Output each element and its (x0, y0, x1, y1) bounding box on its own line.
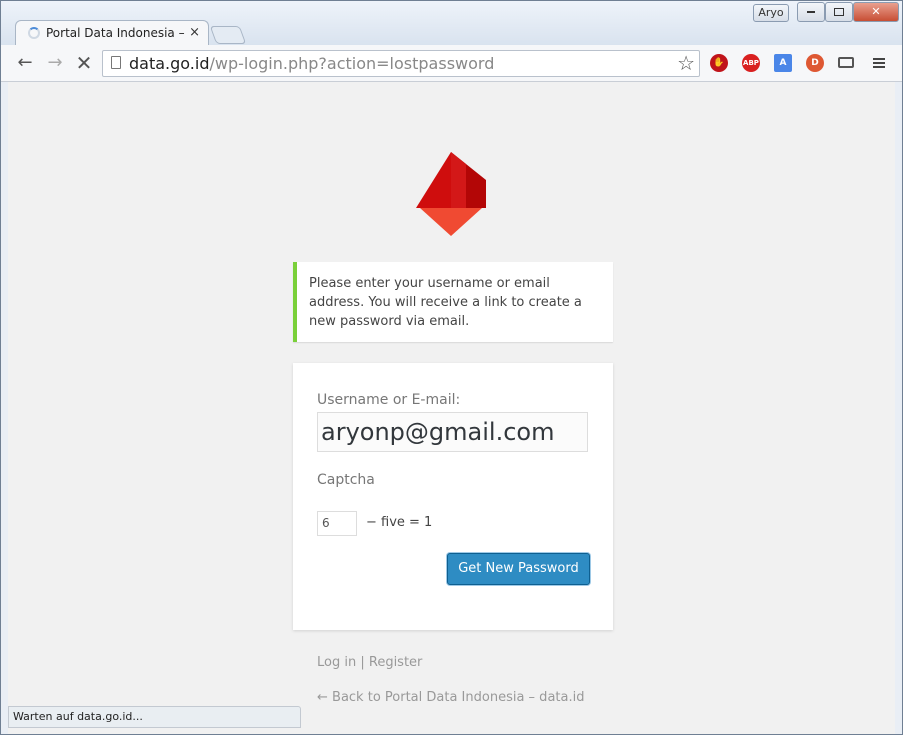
back-to-site-link[interactable]: ← Back to Portal Data Indonesia – data.i… (317, 690, 584, 705)
maximize-button[interactable] (825, 2, 853, 22)
page-content: Please enter your username or email addr… (8, 82, 895, 734)
tab-active[interactable]: Portal Data Indonesia – da × (15, 20, 209, 47)
title-bar: Portal Data Indonesia – da × Aryo ✕ (1, 1, 902, 47)
tab-title: Portal Data Indonesia – da (46, 26, 186, 40)
stop-button[interactable]: ✕ (72, 52, 96, 74)
url-text: data.go.id/wp-login.php?action=lostpassw… (129, 54, 494, 73)
captcha-equation: − five = 1 (366, 515, 433, 530)
loading-spinner-icon (28, 27, 40, 39)
adblock-plus-icon[interactable]: ABP (742, 54, 760, 72)
username-input[interactable]: aryonp@gmail.com (317, 412, 588, 452)
site-logo-icon (416, 152, 486, 236)
lost-password-form: Username or E-mail: aryonp@gmail.com Cap… (293, 363, 613, 630)
menu-icon[interactable] (870, 54, 888, 72)
new-tab-button[interactable] (209, 26, 247, 44)
forward-button[interactable]: → (43, 52, 67, 74)
profile-button[interactable]: Aryo (753, 4, 789, 22)
forward-arrow-icon: → (47, 52, 63, 73)
captcha-input[interactable]: 6 (317, 511, 357, 536)
url-path: /wp-login.php?action=lostpassword (209, 54, 495, 73)
login-link[interactable]: Log in (317, 655, 356, 670)
info-message-text: Please enter your username or email addr… (309, 276, 582, 329)
address-bar[interactable]: data.go.id/wp-login.php?action=lostpassw… (102, 50, 700, 77)
duckduckgo-icon[interactable]: D (806, 54, 824, 72)
translate-icon[interactable]: A (774, 54, 792, 72)
url-host: data.go.id (129, 54, 210, 73)
stop-icon: ✕ (75, 51, 93, 75)
star-icon[interactable]: ☆ (677, 51, 695, 75)
back-arrow-icon: ← (17, 52, 33, 73)
close-window-button[interactable]: ✕ (853, 2, 899, 22)
minimize-button[interactable] (797, 2, 825, 22)
captcha-label: Captcha (317, 472, 375, 488)
back-button[interactable]: ← (13, 52, 37, 74)
status-bar: Warten auf data.go.id... (8, 706, 301, 728)
username-label: Username or E-mail: (317, 392, 461, 408)
ublock-icon[interactable]: ✋ (710, 54, 728, 72)
minimize-icon (807, 11, 815, 13)
register-link[interactable]: Register (369, 655, 423, 670)
info-message: Please enter your username or email addr… (293, 262, 613, 342)
browser-window: Portal Data Indonesia – da × Aryo ✕ ← → … (0, 0, 903, 735)
nav-separator: | (360, 655, 365, 670)
maximize-icon (834, 8, 844, 16)
get-new-password-button[interactable]: Get New Password (447, 553, 590, 585)
tab-close-icon[interactable]: × (189, 25, 200, 40)
page-icon (111, 56, 121, 69)
login-register-nav: Log in | Register (317, 655, 422, 670)
cast-icon[interactable] (837, 54, 855, 72)
browser-toolbar: ← → ✕ data.go.id/wp-login.php?action=los… (1, 45, 902, 82)
